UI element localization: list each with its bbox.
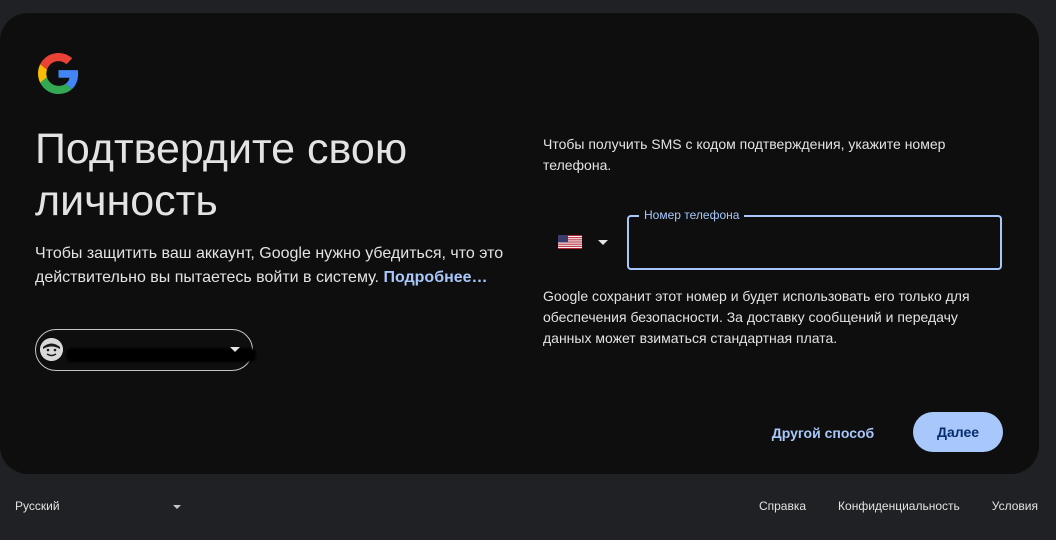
language-label: Русский bbox=[15, 499, 60, 513]
account-chip[interactable] bbox=[35, 329, 256, 371]
privacy-link[interactable]: Конфиденциальность bbox=[838, 499, 960, 513]
phone-field-label: Номер телефона bbox=[639, 208, 745, 222]
avatar-icon bbox=[40, 338, 63, 361]
phone-field[interactable]: Номер телефона bbox=[627, 208, 1002, 270]
country-code-select[interactable] bbox=[552, 225, 616, 259]
chevron-down-icon bbox=[230, 347, 240, 352]
google-g-icon bbox=[38, 53, 79, 94]
phone-prompt: Чтобы получить SMS с кодом подтверждения… bbox=[543, 136, 946, 173]
avatar-face-icon bbox=[40, 338, 63, 361]
terms-link[interactable]: Условия bbox=[992, 499, 1038, 513]
verification-card: Подтвердите свою личность Чтобы защитить… bbox=[0, 13, 1039, 474]
redacted-email bbox=[66, 348, 256, 362]
try-another-way-button[interactable]: Другой способ bbox=[760, 413, 886, 453]
language-select[interactable]: Русский bbox=[4, 494, 190, 520]
us-flag-icon bbox=[558, 235, 582, 249]
phone-usage-note: Google сохранит этот номер и будет испол… bbox=[543, 288, 970, 346]
footer: Русский Справка Конфиденциальность Услов… bbox=[0, 474, 1056, 540]
next-button[interactable]: Далее bbox=[913, 412, 1003, 452]
page-description: Чтобы защитить ваш аккаунт, Google нужно… bbox=[35, 242, 505, 290]
page-title: Подтвердите свою личность bbox=[35, 125, 408, 225]
chevron-down-icon bbox=[173, 505, 181, 509]
chevron-down-icon bbox=[598, 240, 608, 245]
help-link[interactable]: Справка bbox=[759, 499, 806, 513]
learn-more-link[interactable]: Подробнее… bbox=[383, 269, 487, 286]
footer-links: Справка Конфиденциальность Условия bbox=[759, 499, 1038, 513]
phone-input[interactable] bbox=[643, 231, 987, 257]
